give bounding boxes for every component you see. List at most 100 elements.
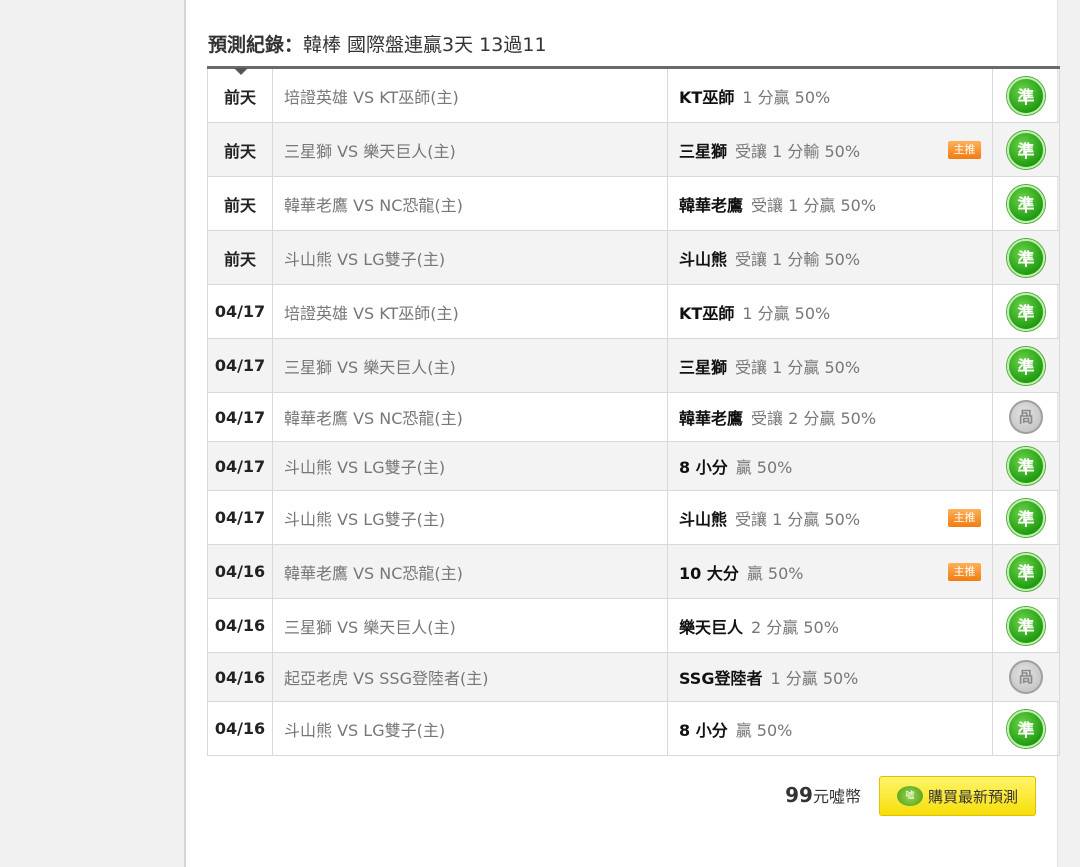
- record-pick: 韓華老鷹 受讓 2 分贏 50%: [667, 392, 993, 442]
- pick-team: 韓華老鷹: [679, 409, 744, 428]
- main-pick-badge: 主推: [948, 140, 981, 159]
- record-date: 04/16: [207, 701, 273, 756]
- record-pick: SSG登陸者 1 分贏 50%: [667, 652, 993, 702]
- correct-result-icon: 準: [1007, 346, 1045, 385]
- pick-odds: 2 分贏 50%: [751, 617, 839, 637]
- record-match: 培證英雄 VS KT巫師(主): [272, 67, 668, 123]
- record-row: 前天 三星獅 VS 樂天巨人(主) 三星獅 受讓 1 分輸 50% 主推 準: [207, 122, 1060, 177]
- pick-team: 斗山熊: [679, 249, 728, 269]
- price-amount: 99: [785, 783, 813, 807]
- price: 99元噓幣: [785, 783, 861, 807]
- pick-odds: 受讓 1 分輸 50%: [735, 141, 861, 161]
- record-row: 04/17 韓華老鷹 VS NC恐龍(主) 韓華老鷹 受讓 2 分贏 50% 咼: [207, 392, 1060, 442]
- record-row: 前天 培證英雄 VS KT巫師(主) KT巫師 1 分贏 50% 準: [207, 67, 1060, 123]
- record-pick: 韓華老鷹 受讓 1 分贏 50%: [667, 176, 993, 231]
- record-row: 前天 斗山熊 VS LG雙子(主) 斗山熊 受讓 1 分輸 50% 準: [207, 230, 1060, 285]
- record-result: 準: [992, 67, 1060, 123]
- pick-team: 斗山熊: [679, 509, 728, 529]
- record-result: 準: [992, 176, 1060, 231]
- pick-team: 8 小分: [679, 720, 728, 740]
- record-pick: KT巫師 1 分贏 50%: [667, 284, 993, 339]
- heading-label: 預測紀錄：: [208, 34, 304, 56]
- pick-odds: 受讓 1 分贏 50%: [751, 195, 877, 215]
- pick-odds: 受讓 1 分輸 50%: [735, 249, 861, 269]
- record-row: 04/16 斗山熊 VS LG雙子(主) 8 小分贏 50% 準: [207, 701, 1060, 756]
- record-date: 前天: [207, 122, 273, 177]
- record-date: 前天: [207, 67, 273, 123]
- record-match: 韓華老鷹 VS NC恐龍(主): [272, 392, 668, 442]
- correct-result-icon: 準: [1007, 709, 1045, 748]
- pick-team: KT巫師: [679, 87, 735, 107]
- record-match: 斗山熊 VS LG雙子(主): [272, 441, 668, 491]
- record-date: 04/17: [207, 338, 273, 393]
- record-result: 準: [992, 122, 1060, 177]
- pick-team: 8 小分: [679, 458, 728, 477]
- pick-odds: 受讓 2 分贏 50%: [751, 409, 877, 428]
- record-pick: 8 小分贏 50%: [667, 701, 993, 756]
- record-pick: 三星獅 受讓 1 分輸 50% 主推: [667, 122, 993, 177]
- pick-team: 10 大分: [679, 563, 739, 583]
- record-pick: 斗山熊 受讓 1 分贏 50% 主推: [667, 490, 993, 545]
- buy-latest-prediction-button[interactable]: 噓 購買最新預測: [879, 776, 1036, 816]
- push-result-icon: 咼: [1009, 660, 1043, 694]
- correct-result-icon: 準: [1007, 552, 1045, 591]
- record-result: 準: [992, 284, 1060, 339]
- record-date: 04/16: [207, 544, 273, 599]
- record-match: 韓華老鷹 VS NC恐龍(主): [272, 176, 668, 231]
- record-match: 三星獅 VS 樂天巨人(主): [272, 122, 668, 177]
- caret-down-icon: [234, 68, 248, 75]
- record-heading: 預測紀錄：韓棒 國際盤連贏3天 13過11: [208, 30, 547, 57]
- record-row: 04/16 起亞老虎 VS SSG登陸者(主) SSG登陸者 1 分贏 50% 咼: [207, 652, 1060, 702]
- record-table: 前天 培證英雄 VS KT巫師(主) KT巫師 1 分贏 50% 準前天 三星獅 VS 樂…: [207, 66, 1060, 756]
- record-pick: KT巫師 1 分贏 50%: [667, 67, 993, 123]
- correct-result-icon: 準: [1007, 606, 1045, 645]
- record-row: 04/16 韓華老鷹 VS NC恐龍(主) 10 大分贏 50% 主推 準: [207, 544, 1060, 599]
- correct-result-icon: 準: [1007, 238, 1045, 277]
- pick-team: SSG登陸者: [679, 669, 763, 688]
- record-pick: 斗山熊 受讓 1 分輸 50%: [667, 230, 993, 285]
- record-row: 前天 韓華老鷹 VS NC恐龍(主) 韓華老鷹 受讓 1 分贏 50% 準: [207, 176, 1060, 231]
- pick-odds: 贏 50%: [746, 563, 804, 583]
- record-result: 準: [992, 701, 1060, 756]
- record-result: 準: [992, 441, 1060, 491]
- correct-result-icon: 準: [1007, 292, 1045, 331]
- record-date: 04/16: [207, 652, 273, 702]
- record-date: 04/17: [207, 392, 273, 442]
- record-row: 04/17 培證英雄 VS KT巫師(主) KT巫師 1 分贏 50% 準: [207, 284, 1060, 339]
- record-date: 04/17: [207, 441, 273, 491]
- record-match: 斗山熊 VS LG雙子(主): [272, 490, 668, 545]
- pick-odds: 贏 50%: [735, 458, 793, 477]
- record-result: 準: [992, 544, 1060, 599]
- record-date: 前天: [207, 176, 273, 231]
- main-pick-badge: 主推: [948, 562, 981, 581]
- record-pick: 10 大分贏 50% 主推: [667, 544, 993, 599]
- record-date: 04/17: [207, 284, 273, 339]
- record-date: 前天: [207, 230, 273, 285]
- record-result: 準: [992, 338, 1060, 393]
- correct-result-icon: 準: [1007, 447, 1045, 485]
- pick-team: 樂天巨人: [679, 617, 744, 637]
- push-result-icon: 咼: [1009, 400, 1043, 434]
- record-pick: 樂天巨人 2 分贏 50%: [667, 598, 993, 653]
- correct-result-icon: 準: [1007, 498, 1045, 537]
- main-pick-badge: 主推: [948, 508, 981, 527]
- record-match: 斗山熊 VS LG雙子(主): [272, 230, 668, 285]
- buy-button-label: 購買最新預測: [927, 787, 1018, 806]
- record-result: 準: [992, 598, 1060, 653]
- heading-summary: 韓棒 國際盤連贏3天 13過11: [303, 34, 547, 56]
- pick-odds: 1 分贏 50%: [742, 303, 831, 323]
- record-result: 準: [992, 490, 1060, 545]
- correct-result-icon: 準: [1007, 184, 1045, 223]
- record-row: 04/17 斗山熊 VS LG雙子(主) 斗山熊 受讓 1 分贏 50% 主推 準: [207, 490, 1060, 545]
- pick-odds: 受讓 1 分贏 50%: [735, 509, 861, 529]
- record-row: 04/17 三星獅 VS 樂天巨人(主) 三星獅 受讓 1 分贏 50% 準: [207, 338, 1060, 393]
- record-result: 咼: [992, 652, 1060, 702]
- record-match: 韓華老鷹 VS NC恐龍(主): [272, 544, 668, 599]
- pick-team: 三星獅: [679, 141, 728, 161]
- record-match: 起亞老虎 VS SSG登陸者(主): [272, 652, 668, 702]
- record-match: 三星獅 VS 樂天巨人(主): [272, 598, 668, 653]
- pick-odds: 受讓 1 分贏 50%: [735, 357, 861, 377]
- pick-odds: 1 分贏 50%: [742, 87, 831, 107]
- record-row: 04/16 三星獅 VS 樂天巨人(主) 樂天巨人 2 分贏 50% 準: [207, 598, 1060, 653]
- record-pick: 8 小分贏 50%: [667, 441, 993, 491]
